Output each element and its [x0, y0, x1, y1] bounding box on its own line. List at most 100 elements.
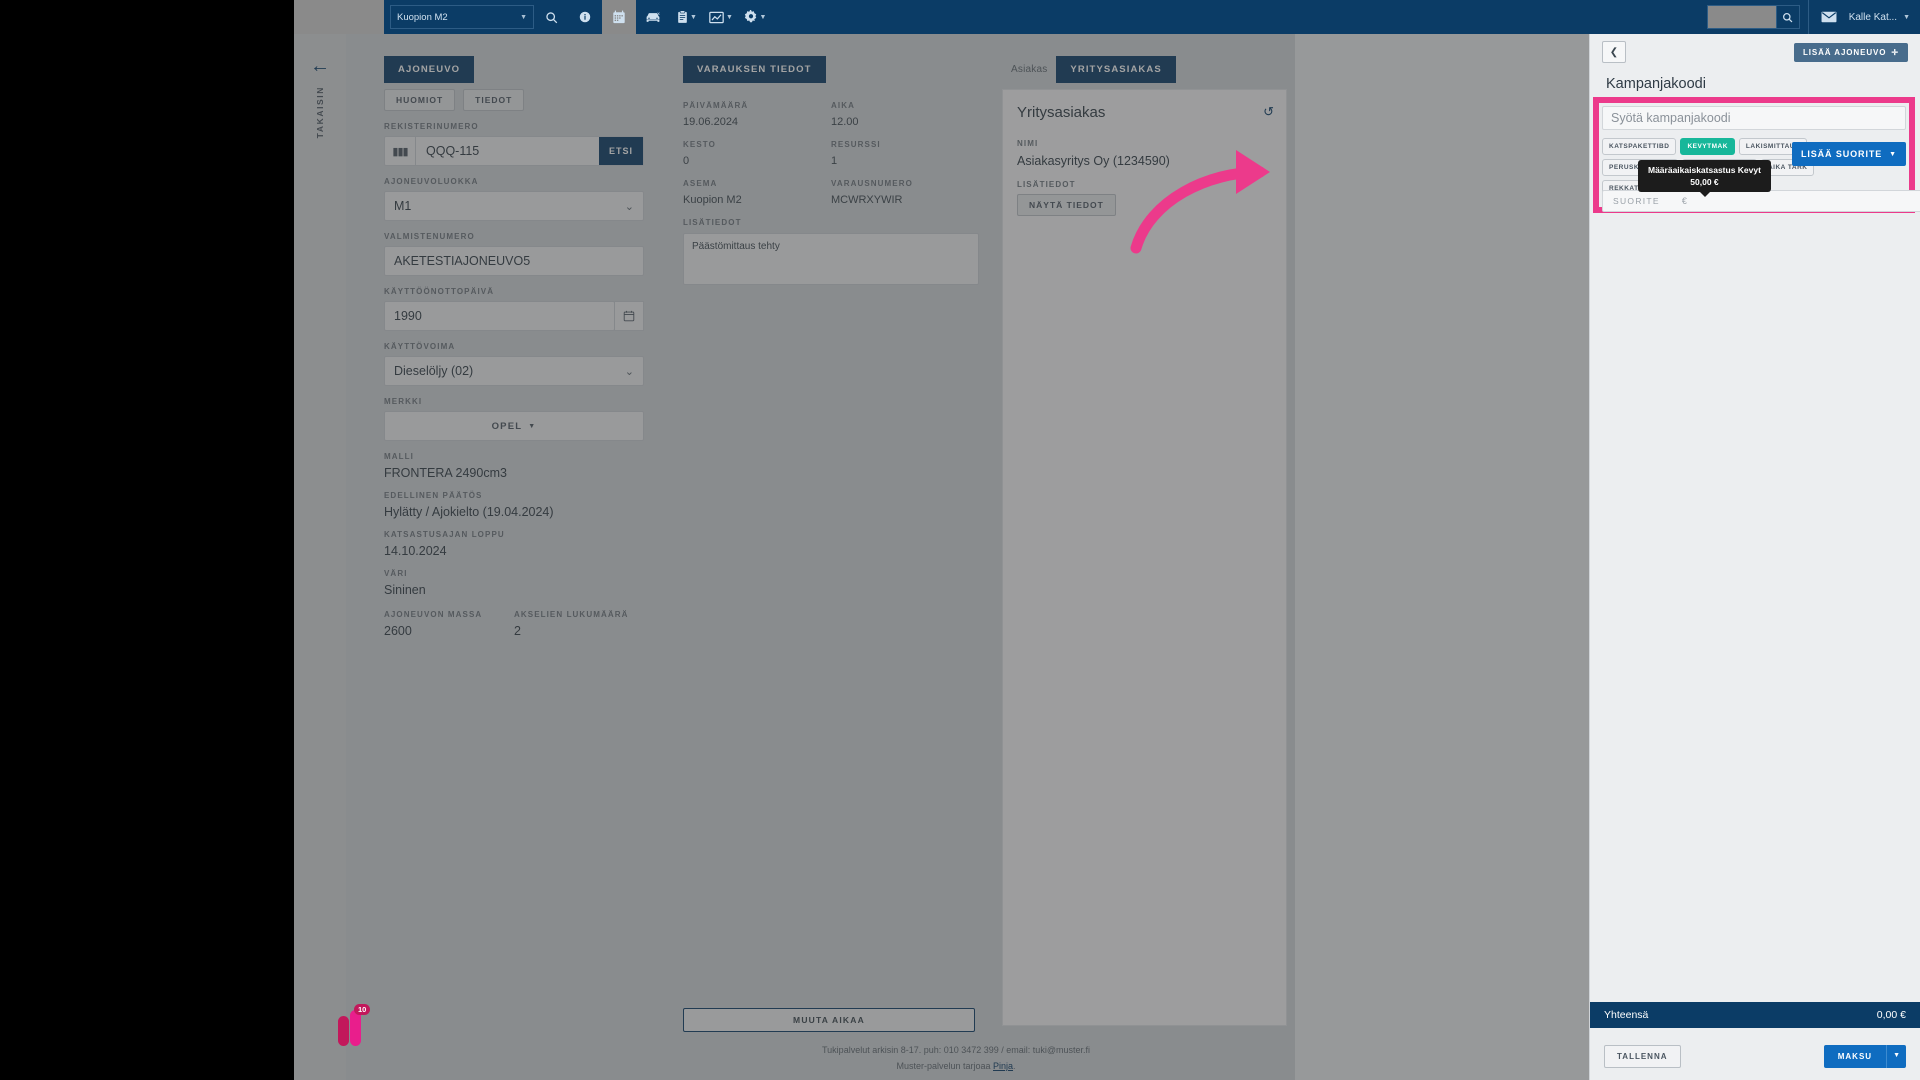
service-tooltip: Määräaikaiskatsastus Kevyt 50,00 €: [1638, 160, 1771, 197]
add-vehicle-button[interactable]: LISÄÄ AJONEUVO ✛: [1793, 42, 1908, 62]
campaign-code-section: Syötä kampanjakoodi KATSPAKETTIBD KEVYTM…: [1602, 106, 1920, 212]
pinja-link[interactable]: Pinja: [993, 1061, 1013, 1071]
label-resurssi: RESURSSI: [831, 140, 881, 149]
kayttoonottopaiva-field[interactable]: 1990: [384, 301, 615, 331]
merkki-value: OPEL: [491, 420, 523, 432]
chevron-down-icon: ⌄: [624, 365, 634, 378]
search-icon[interactable]: [534, 0, 568, 34]
chevron-down-icon: ▼: [759, 13, 767, 21]
service-sidebar: ❮ LISÄÄ AJONEUVO ✛ Kampanjakoodi Syötä k…: [1589, 34, 1920, 1080]
total-bar: Yhteensä 0,00 €: [1590, 1002, 1920, 1028]
valmistenumero-value: AKETESTIAJONEUVO5: [394, 254, 531, 268]
tab-asiakas[interactable]: Asiakas: [1002, 56, 1056, 83]
vehicle-pill-row: HUOMIOT TIEDOT: [384, 89, 644, 111]
label-akselien-lukumaara: AKSELIEN LUKUMÄÄRÄ: [514, 610, 629, 619]
global-search: [1706, 5, 1800, 29]
label-katsastusajan-loppu: KATSASTUSAJAN LOPPU: [384, 530, 505, 539]
kayttoonottopaiva-value: 1990: [394, 309, 422, 323]
ajoneuvoluokka-select[interactable]: M1 ⌄: [384, 191, 644, 221]
vehicle-icon[interactable]: x: [636, 0, 670, 34]
tab-yritysasiakas[interactable]: YRITYSASIAKAS: [1056, 56, 1176, 83]
page-footer: Tukipalvelut arkisin 8-17. puh: 010 3472…: [346, 1042, 1566, 1074]
rekisterinumero-field[interactable]: ▮▮▮ QQQ-115 ETSI: [384, 136, 644, 166]
calendar-icon[interactable]: [602, 0, 636, 34]
suorite-input[interactable]: SUORITE €: [1602, 190, 1920, 212]
caret-down-icon: ▼: [1889, 150, 1897, 158]
footer-provider-line: Muster-palvelun tarjoaa Pinja.: [346, 1058, 1566, 1074]
pay-dropdown-toggle[interactable]: ▼: [1886, 1044, 1906, 1068]
service-tag-selected[interactable]: KEVYTMAK: [1680, 138, 1735, 155]
kayttovoima-value: Dieselöljy (02): [394, 364, 474, 378]
label-asema: ASEMA: [683, 179, 718, 188]
refresh-icon[interactable]: ↺: [1263, 104, 1274, 120]
gear-icon[interactable]: ▼: [738, 0, 772, 34]
edellinen-paatos-value: Hylätty / Ajokielto (19.04.2024): [384, 505, 554, 519]
label-malli: MALLI: [384, 452, 414, 461]
paivamaara-value: 19.06.2024: [683, 116, 739, 128]
user-menu-label: Kalle Kat...: [1848, 11, 1898, 23]
barcode-icon: ▮▮▮: [385, 137, 416, 165]
label-ajoneuvon-massa: AJONEUVON MASSA: [384, 610, 483, 619]
etsi-button[interactable]: ETSI: [598, 137, 643, 165]
mail-icon[interactable]: [1809, 0, 1849, 34]
booking-row-3: ASEMA Kuopion M2 VARAUSNUMERO MCWRXYWIR: [683, 167, 979, 206]
pay-button[interactable]: MAKSU: [1823, 1044, 1887, 1068]
chevron-down-icon: ▼: [1903, 13, 1910, 21]
service-tag[interactable]: KATSPAKETTIBD: [1602, 138, 1677, 155]
tooltip-title: Määräaikaiskatsastus Kevyt: [1648, 165, 1761, 175]
label-lisatiedot: LISÄTIEDOT: [683, 218, 742, 227]
label-valmistenumero: VALMISTENUMERO: [384, 232, 475, 241]
station-select-value: Kuopion M2: [397, 11, 448, 23]
vari-value: Sininen: [384, 583, 426, 597]
badge-count: 10: [354, 1004, 371, 1015]
kesto-value: 0: [683, 155, 690, 167]
footer-provider-pre: Muster-palvelun tarjoaa: [896, 1061, 994, 1071]
label-varausnumero: VARAUSNUMERO: [831, 179, 913, 188]
nayta-tiedot-button[interactable]: NÄYTÄ TIEDOT: [1017, 194, 1116, 216]
rekisterinumero-value: QQQ-115: [426, 144, 480, 158]
suorite-placeholder: SUORITE: [1613, 196, 1660, 206]
global-search-input[interactable]: [1706, 5, 1776, 29]
notification-badge[interactable]: 10: [336, 1004, 371, 1052]
kayttovoima-select[interactable]: Dieselöljy (02) ⌄: [384, 356, 644, 386]
merkki-dropdown[interactable]: OPEL ▼: [384, 411, 644, 441]
booking-row-2: KESTO 0 RESURSSI 1: [683, 128, 979, 167]
label-edellinen-paatos: EDELLINEN PÄÄTÖS: [384, 491, 483, 500]
save-button[interactable]: TALLENNA: [1604, 1044, 1681, 1068]
huomiot-button[interactable]: HUOMIOT: [384, 89, 456, 111]
valmistenumero-field[interactable]: AKETESTIAJONEUVO5: [384, 246, 644, 276]
lisatiedot-textarea[interactable]: Päästömittaus tehty: [683, 233, 979, 285]
info-icon[interactable]: [568, 0, 602, 34]
back-rail-label: TAKAISIN: [315, 86, 325, 139]
back-rail[interactable]: ← TAKAISIN: [294, 34, 346, 1080]
badge-shape-right: [350, 1010, 361, 1046]
akselien-lukumaara-value: 2: [514, 624, 521, 638]
user-menu-button[interactable]: Kalle Kat... ▼: [1849, 12, 1920, 23]
campaign-code-input[interactable]: Syötä kampanjakoodi: [1602, 106, 1906, 130]
booking-panel: VARAUKSEN TIEDOT PÄIVÄMÄÄRÄ 19.06.2024 A…: [672, 34, 992, 1080]
caret-down-icon: ▼: [528, 422, 537, 430]
suorite-currency: €: [1681, 196, 1687, 206]
ajoneuvon-massa-value: 2600: [384, 624, 412, 638]
muuta-aikaa-button[interactable]: MUUTA AIKAA: [683, 1008, 975, 1032]
tab-ajoneuvo[interactable]: AJONEUVO: [384, 56, 475, 83]
clipboard-icon[interactable]: ▼: [670, 0, 704, 34]
calendar-picker-icon[interactable]: [614, 301, 644, 331]
brand-logo: [294, 0, 384, 34]
screen: Kuopion M2 ▼ x ▼ ▼ ▼ Kalle Kat... ▼ ← TA…: [0, 0, 1920, 1080]
vehicle-form: HUOMIOT TIEDOT REKISTERINUMERO ▮▮▮ QQQ-1…: [384, 89, 644, 640]
chart-icon[interactable]: ▼: [704, 0, 738, 34]
booking-form: PÄIVÄMÄÄRÄ 19.06.2024 AIKA 12.00 KESTO 0: [683, 89, 979, 285]
global-search-button[interactable]: [1775, 5, 1800, 29]
tab-varauksen-tiedot[interactable]: VARAUKSEN TIEDOT: [683, 56, 826, 83]
label-paivamaara: PÄIVÄMÄÄRÄ: [683, 101, 749, 110]
label-kayttovoima: KÄYTTÖVOIMA: [384, 342, 456, 351]
tiedot-button[interactable]: TIEDOT: [463, 89, 525, 111]
station-select[interactable]: Kuopion M2 ▼: [390, 5, 534, 29]
add-service-button[interactable]: LISÄÄ SUORITE ▼: [1791, 142, 1906, 166]
chevron-left-icon[interactable]: ❮: [1602, 41, 1626, 63]
label-merkki: MERKKI: [384, 397, 423, 406]
tooltip-price: 50,00 €: [1690, 177, 1719, 187]
footer-support-line: Tukipalvelut arkisin 8-17. puh: 010 3472…: [822, 1045, 1090, 1055]
customer-heading: Yritysasiakas: [1017, 104, 1106, 121]
